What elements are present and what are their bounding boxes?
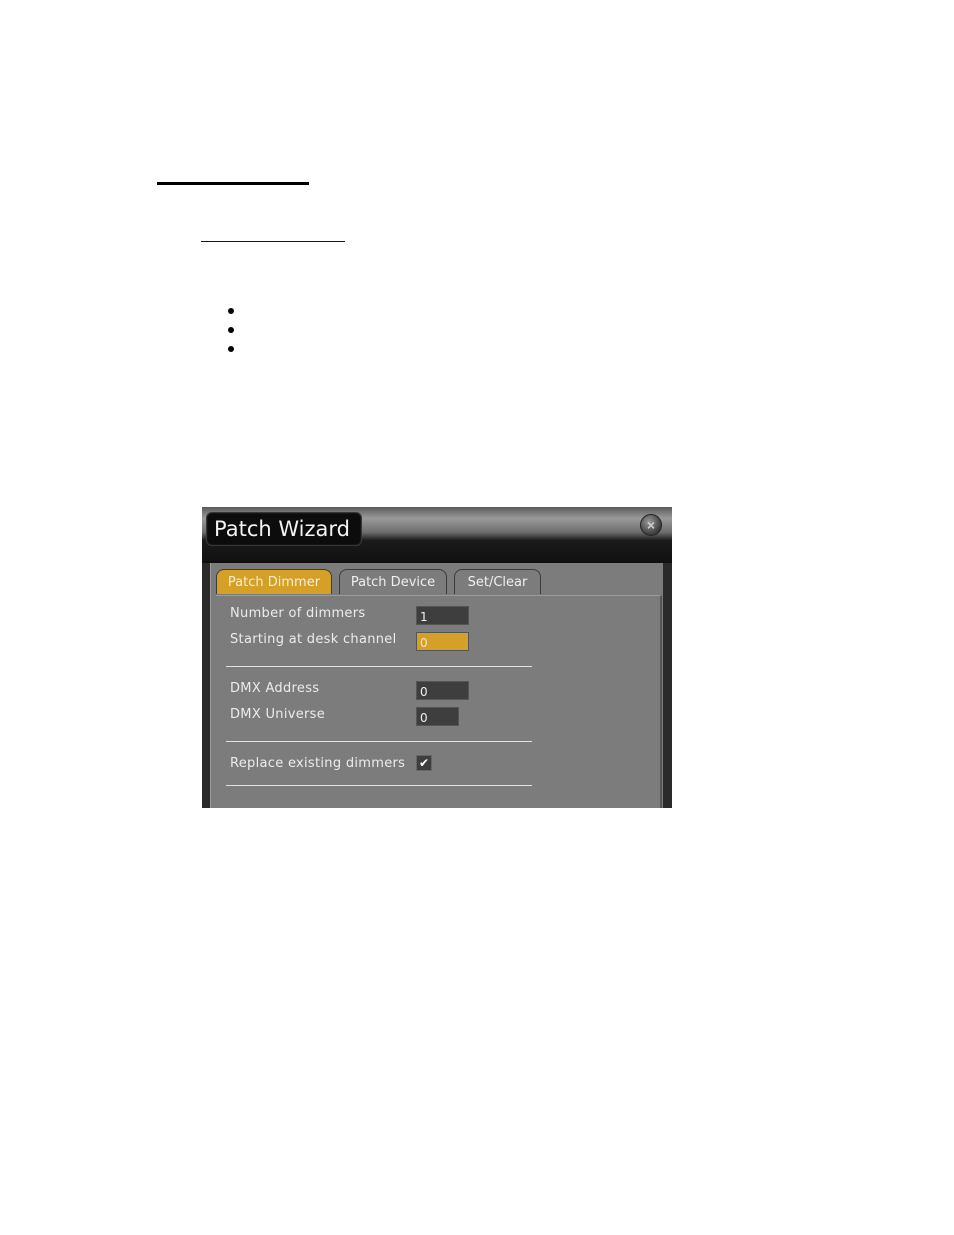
- dmx-universe-label: DMX Universe: [230, 707, 326, 722]
- bullet-list: [228, 308, 234, 365]
- hyperlink-underline[interactable]: [201, 241, 345, 242]
- close-icon[interactable]: ×: [640, 514, 662, 536]
- bullet-item: [228, 308, 234, 314]
- dialog-title: Patch Wizard: [206, 512, 362, 546]
- tab-patch-device[interactable]: Patch Device: [339, 569, 447, 594]
- replace-existing-label: Replace existing dimmers: [230, 756, 406, 771]
- tab-patch-dimmer[interactable]: Patch Dimmer: [216, 569, 332, 594]
- dmx-universe-input[interactable]: 0: [416, 707, 459, 726]
- bullet-item: [228, 346, 234, 352]
- separator: [226, 785, 532, 786]
- patch-dimmer-panel: Number of dimmers 1 Starting at desk cha…: [216, 595, 662, 808]
- starting-channel-label: Starting at desk channel: [230, 632, 397, 647]
- heading-underline: [157, 182, 309, 185]
- starting-channel-input[interactable]: 0: [416, 632, 469, 651]
- separator: [226, 741, 532, 742]
- dmx-address-label: DMX Address: [230, 681, 320, 696]
- dialog-titlebar: Patch Wizard ×: [202, 507, 672, 563]
- number-of-dimmers-label: Number of dimmers: [230, 606, 366, 621]
- dialog-body: Patch Dimmer Patch Device Set/Clear Numb…: [210, 563, 663, 808]
- bullet-item: [228, 327, 234, 333]
- tab-set-clear[interactable]: Set/Clear: [454, 569, 541, 594]
- number-of-dimmers-input[interactable]: 1: [416, 606, 469, 625]
- separator: [226, 666, 532, 667]
- patch-wizard-dialog: Patch Wizard × Patch Dimmer Patch Device…: [202, 507, 672, 808]
- dmx-address-input[interactable]: 0: [416, 681, 469, 700]
- replace-existing-checkbox[interactable]: ✔: [416, 755, 432, 771]
